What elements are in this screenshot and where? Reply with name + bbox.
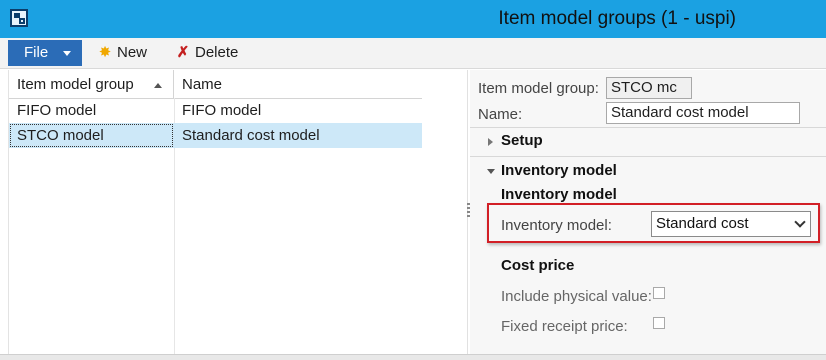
new-record-icon: ✸ (98, 44, 112, 61)
item-model-group-field[interactable]: STCO mc (606, 77, 692, 99)
column-header-label: Item model group (17, 76, 134, 93)
name-field[interactable]: Standard cost model (606, 102, 800, 124)
status-bar (0, 354, 826, 360)
delete-label: Delete (195, 44, 239, 61)
fasttab-inventory-model: Inventory model Inventory model Inventor… (470, 156, 826, 355)
table-row[interactable]: FIFO model FIFO model (9, 98, 423, 123)
grid-header: Item model group Name (9, 70, 423, 99)
fixed-receipt-price-checkbox[interactable] (653, 317, 665, 329)
cell-item-model-group[interactable]: FIFO model (9, 98, 174, 123)
include-physical-value-checkbox[interactable] (653, 287, 665, 299)
fasttab-setup[interactable]: Setup (470, 127, 826, 156)
inventory-model-value: Standard cost (656, 215, 749, 232)
inventory-model-select[interactable]: Standard cost (651, 211, 811, 237)
cell-item-model-group[interactable]: STCO model (9, 123, 174, 148)
fasttab-inventory-title[interactable]: Inventory model (501, 162, 617, 179)
pane-splitter[interactable] (422, 70, 468, 354)
inventory-model-group-title: Inventory model (501, 186, 617, 203)
file-menu-button[interactable]: File (8, 40, 82, 66)
cell-name[interactable]: FIFO model (174, 98, 423, 123)
title-bar: Item model groups (1 - uspi) (0, 0, 826, 38)
name-label: Name: (478, 106, 523, 123)
fixed-receipt-price-label: Fixed receipt price: (501, 318, 628, 335)
new-label: New (117, 44, 148, 61)
action-pane: File ✸ New ✗ Delete (0, 38, 826, 69)
new-button[interactable]: ✸ New (96, 40, 147, 66)
column-header-name[interactable]: Name (174, 70, 423, 98)
column-header-item-model-group[interactable]: Item model group (9, 70, 174, 98)
chevron-down-icon (794, 216, 806, 228)
column-header-label: Name (182, 76, 223, 93)
table-row-selected[interactable]: STCO model Standard cost model (9, 123, 423, 148)
collapse-icon[interactable] (487, 169, 495, 174)
cell-name[interactable]: Standard cost model (174, 123, 423, 148)
app-icon[interactable] (10, 9, 28, 27)
delete-button[interactable]: ✗ Delete (174, 40, 239, 66)
chevron-down-icon (63, 51, 71, 56)
cost-price-group-title: Cost price (501, 257, 575, 274)
include-physical-value-label: Include physical value: (501, 288, 652, 305)
expand-icon (488, 138, 493, 146)
sort-ascending-icon (154, 83, 162, 88)
delete-icon: ✗ (176, 44, 190, 61)
item-model-group-label: Item model group: (478, 80, 599, 97)
file-label: File (24, 44, 49, 61)
window-title: Item model groups (1 - uspi) (498, 8, 736, 29)
fasttab-setup-title: Setup (501, 132, 543, 149)
item-model-groups-grid: Item model group Name FIFO model FIFO mo… (8, 70, 423, 354)
